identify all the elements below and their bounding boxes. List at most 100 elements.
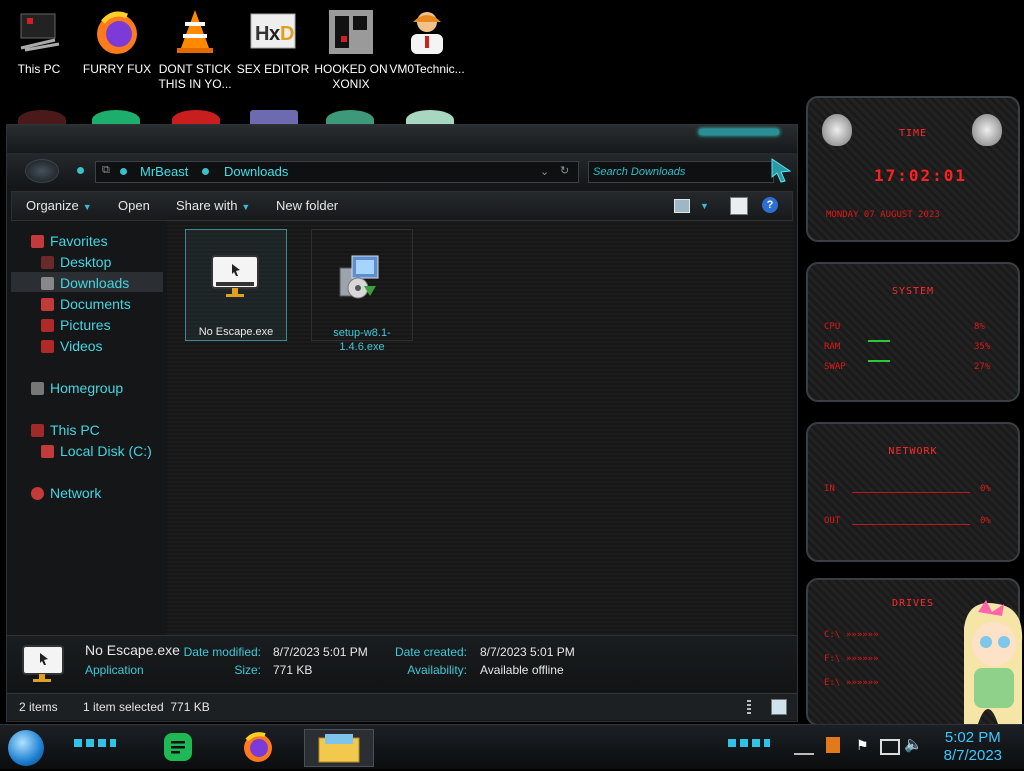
folder-icon: ⧉ xyxy=(102,164,110,176)
gadget-title: DRIVES xyxy=(891,598,935,609)
chevron-down-icon: ▼ xyxy=(241,202,251,212)
navigation-pane: Favorites Desktop Downloads Documents Pi… xyxy=(11,221,167,635)
help-icon[interactable]: ? xyxy=(762,197,778,213)
svg-text:D: D xyxy=(280,23,294,45)
desktop-icon-label: FURRY FUX xyxy=(82,62,152,76)
desktop-icon-vm0technic[interactable]: VM0Technic... xyxy=(388,8,466,77)
file-item-setup[interactable]: setup-w8.1-1.4.6.exe xyxy=(311,229,413,353)
svg-text:H: H xyxy=(255,23,269,45)
desktop-icon-dont-stick[interactable]: DONT STICK THIS IN YO... xyxy=(156,8,234,92)
details-view-icon[interactable] xyxy=(747,700,751,714)
file-list-area[interactable]: No Escape.exe setup-w8.1-1.4.6.exe xyxy=(167,221,793,635)
decorative-lights xyxy=(728,739,770,747)
sidebar-item-label: Favorites xyxy=(50,233,108,249)
drive-f-bar: »»»»»» xyxy=(846,654,879,664)
date-modified-label: Date modified: xyxy=(183,645,261,659)
breadcrumb-downloads[interactable]: Downloads xyxy=(224,164,288,179)
sidebar-item-local-disk[interactable]: Local Disk (C:) xyxy=(41,443,152,459)
videos-icon xyxy=(41,340,54,353)
sidebar-item-downloads[interactable]: Downloads xyxy=(41,275,129,291)
documents-icon xyxy=(41,298,54,311)
details-pane: No Escape.exe Application Date modified:… xyxy=(7,635,797,692)
drive-c-bar: »»»»»» xyxy=(846,630,879,640)
ram-label: RAM xyxy=(824,342,841,352)
sidebar-item-homegroup[interactable]: Homegroup xyxy=(31,380,123,396)
window-title-bar[interactable] xyxy=(7,125,797,153)
chevron-down-icon[interactable]: ▼ xyxy=(700,201,709,211)
desktop-icon-this-pc[interactable]: This PC xyxy=(0,8,78,77)
alien-head-icon xyxy=(822,114,852,146)
search-box xyxy=(588,161,774,183)
date-created-label: Date created: xyxy=(394,645,467,659)
network-icon xyxy=(31,487,44,500)
drive-e-label: E:\ xyxy=(824,678,841,688)
selection-info: 1 item selected 771 KB xyxy=(83,700,210,714)
hard-drive-icon xyxy=(41,445,54,458)
search-input[interactable] xyxy=(589,163,773,181)
share-with-button[interactable]: Share with ▼ xyxy=(176,198,250,213)
downloads-icon xyxy=(41,277,54,290)
gadget-title: SYSTEM xyxy=(891,286,935,297)
computer-icon xyxy=(15,8,63,56)
open-button[interactable]: Open xyxy=(118,198,150,213)
vlc-cone-icon xyxy=(171,8,219,56)
network-out-graph xyxy=(852,524,970,525)
breadcrumb-mrbeast[interactable]: MrBeast xyxy=(140,164,188,179)
desktop-icon-hooked-on-xonix[interactable]: HOOKED ON XONIX xyxy=(312,8,390,92)
desktop-icon-sex-editor[interactable]: HxD SEX EDITOR xyxy=(234,8,312,77)
file-name: setup-w8.1-1.4.6.exe xyxy=(333,327,391,353)
system-gadget[interactable]: SYSTEM CPU 8% RAM 35% SWAP 27% xyxy=(806,262,1020,402)
file-item-no-escape[interactable]: No Escape.exe xyxy=(185,229,287,341)
monitor-cursor-icon xyxy=(21,644,65,689)
cpu-value: 8% xyxy=(974,322,985,332)
taskbar-app-notes[interactable] xyxy=(160,729,196,765)
desktop-icon-label: DONT STICK THIS IN YO... xyxy=(158,62,232,91)
new-folder-button[interactable]: New folder xyxy=(276,198,338,213)
sidebar-item-documents[interactable]: Documents xyxy=(41,296,131,312)
sidebar-item-this-pc[interactable]: This PC xyxy=(31,422,100,438)
swap-value: 27% xyxy=(974,362,991,372)
date-created-value: 8/7/2023 5:01 PM xyxy=(480,645,575,659)
network-gadget[interactable]: NETWORK IN 0% OUT 0% xyxy=(806,422,1020,562)
network-tray-icon[interactable] xyxy=(880,739,900,755)
change-view-icon[interactable] xyxy=(674,199,690,213)
sidebar-item-desktop[interactable]: Desktop xyxy=(41,254,111,270)
sidebar-item-videos[interactable]: Videos xyxy=(41,338,103,354)
tray-app-icon[interactable] xyxy=(826,737,840,753)
start-button[interactable] xyxy=(8,730,44,766)
refresh-icon[interactable]: ↻ xyxy=(560,164,569,177)
volume-icon[interactable]: 🔈 xyxy=(904,735,923,753)
taskbar-app-firefox[interactable] xyxy=(240,729,276,765)
network-in-label: IN xyxy=(824,484,835,494)
breadcrumb-separator-icon xyxy=(120,168,127,175)
show-desktop-icon[interactable] xyxy=(794,741,814,755)
sidebar-item-label: Network xyxy=(50,485,102,501)
ram-value: 35% xyxy=(974,342,991,352)
desktop-icon-label: HOOKED ON XONIX xyxy=(314,62,388,91)
sidebar-item-favorites[interactable]: Favorites xyxy=(31,233,108,249)
address-bar[interactable]: ⧉ MrBeast Downloads ⌄ ↻ xyxy=(95,161,579,183)
xonix-game-icon xyxy=(327,8,375,56)
organize-label: Organize xyxy=(26,198,79,213)
flag-icon[interactable]: ⚑ xyxy=(856,737,869,754)
file-name: No Escape.exe xyxy=(198,326,274,338)
date-modified-value: 8/7/2023 5:01 PM xyxy=(273,645,368,659)
ram-graph-line xyxy=(868,340,890,342)
computer-icon xyxy=(31,424,44,437)
sidebar-item-network[interactable]: Network xyxy=(31,485,101,501)
back-forward-orb-button[interactable] xyxy=(25,159,59,183)
sidebar-item-pictures[interactable]: Pictures xyxy=(41,317,111,333)
desktop-icon-furry-fux[interactable]: FURRY FUX xyxy=(78,8,156,77)
hxd-editor-icon: HxD xyxy=(249,8,297,56)
drive-e-bar: »»»»»» xyxy=(846,678,879,688)
taskbar-app-file-explorer[interactable] xyxy=(304,729,374,767)
recent-locations-dot[interactable] xyxy=(77,167,84,174)
desktop-icon xyxy=(41,256,54,269)
taskbar-clock[interactable]: 5:02 PM 8/7/2023 xyxy=(944,729,1002,765)
cartoon-character-decoration xyxy=(958,598,1024,724)
chevron-down-icon[interactable]: ⌄ xyxy=(540,165,549,178)
preview-pane-icon[interactable] xyxy=(730,197,748,215)
time-gadget[interactable]: TIME 17:02:01 MONDAY 07 AUGUST 2023 xyxy=(806,96,1020,242)
large-icons-view-icon[interactable] xyxy=(771,699,787,715)
organize-button[interactable]: Organize ▼ xyxy=(26,198,92,213)
